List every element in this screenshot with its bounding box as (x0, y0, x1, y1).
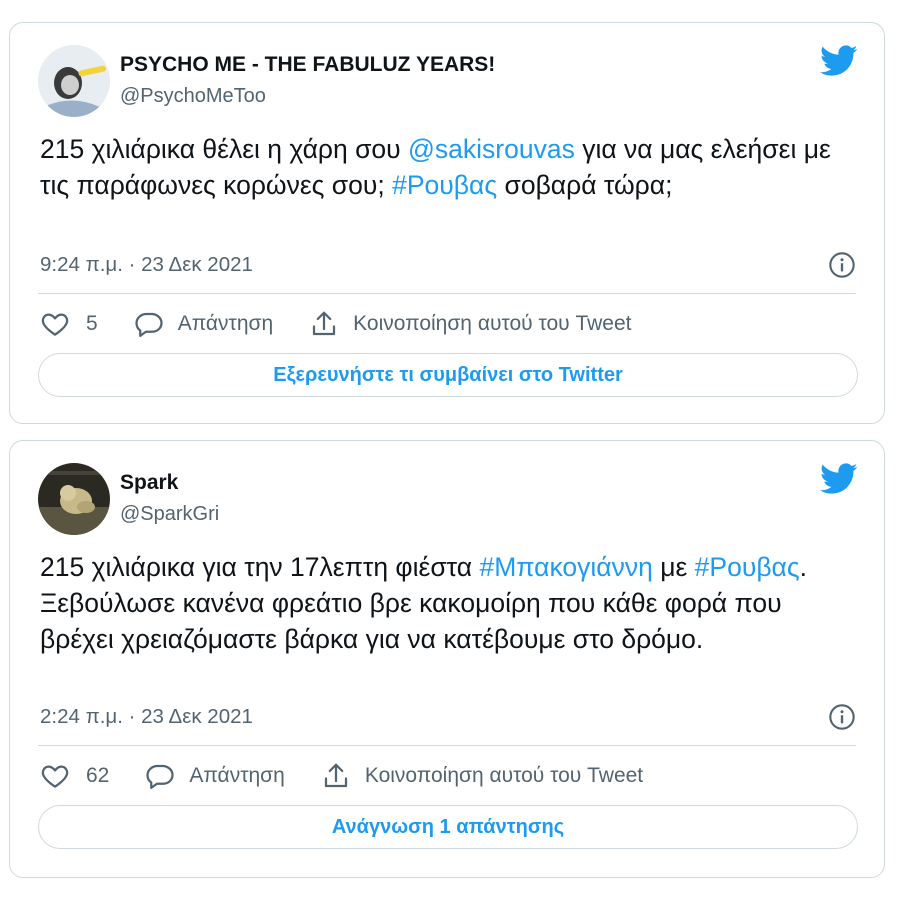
explore-twitter-button[interactable]: Εξερευνήστε τι συμβαίνει στο Twitter (38, 353, 858, 397)
tweet-timestamp[interactable]: 9:24 π.μ. · 23 Δεκ 2021 (40, 253, 253, 277)
avatar[interactable] (38, 45, 110, 117)
share-label: Κοινοποίηση αυτού του Tweet (364, 764, 644, 787)
tweet-text-span: 215 χιλιάρικα θέλει η χάρη σου (40, 134, 409, 164)
hashtag-link[interactable]: #Ρουβας (392, 170, 497, 200)
info-icon[interactable] (828, 251, 856, 279)
heart-icon (41, 313, 69, 336)
avatar[interactable] (38, 463, 110, 535)
like-button[interactable]: 5 (40, 309, 98, 339)
reply-icon (135, 312, 163, 337)
share-icon (313, 311, 336, 336)
author-handle[interactable]: @SparkGri (120, 503, 219, 526)
share-button[interactable]: Κοινοποίηση αυτού του Tweet (321, 761, 643, 791)
author-handle[interactable]: @PsychoMeToo (120, 85, 266, 108)
author-name[interactable]: PSYCHO ME - THE FABULUZ YEARS! (120, 53, 495, 77)
hashtag-link[interactable]: #Ρουβας (695, 552, 800, 582)
divider (38, 293, 856, 294)
share-label: Κοινοποίηση αυτού του Tweet (353, 312, 632, 335)
like-count: 5 (86, 312, 98, 335)
hashtag-link[interactable]: #Μπακογιάννη (479, 552, 652, 582)
twitter-bird-icon[interactable] (820, 45, 858, 77)
reply-label: Απάντηση (177, 312, 274, 335)
tweet-text: 215 χιλιάρικα θέλει η χάρη σου @sakisrou… (40, 131, 856, 203)
tweet-text-span: με (652, 552, 695, 582)
like-count: 62 (86, 764, 110, 787)
twitter-bird-icon[interactable] (820, 463, 858, 495)
like-button[interactable]: 62 (40, 761, 109, 791)
share-button[interactable]: Κοινοποίηση αυτού του Tweet (309, 309, 631, 339)
reply-button[interactable]: Απάντηση (145, 761, 285, 791)
mention-link[interactable]: @sakisrouvas (408, 134, 575, 164)
tweet-card: PSYCHO ME - THE FABULUZ YEARS! @PsychoMe… (9, 22, 885, 424)
reply-icon (146, 764, 174, 789)
tweet-card: Spark @SparkGri 215 χιλιάρικα για την 17… (9, 440, 885, 878)
tweet-timestamp[interactable]: 2:24 π.μ. · 23 Δεκ 2021 (40, 705, 253, 729)
info-icon[interactable] (828, 703, 856, 731)
read-replies-button[interactable]: Ανάγνωση 1 απάντησης (38, 805, 858, 849)
reply-button[interactable]: Απάντηση (134, 309, 273, 339)
reply-label: Απάντηση (189, 764, 285, 787)
heart-icon (41, 765, 69, 788)
avatar-image (38, 45, 110, 117)
tweet-text: 215 χιλιάρικα για την 17λεπτη φιέστα #Μπ… (40, 549, 856, 657)
share-icon (324, 763, 347, 788)
author-name[interactable]: Spark (120, 471, 178, 495)
tweet-text-span: σοβαρά τώρα; (497, 170, 673, 200)
tweet-text-span: 215 χιλιάρικα για την 17λεπτη φιέστα (40, 552, 480, 582)
avatar-image (38, 463, 110, 535)
action-bar: 62 Απάντηση Κοινοποίηση αυτού του Tweet (40, 761, 856, 791)
divider (38, 745, 856, 746)
action-bar: 5 Απάντηση Κοινοποίηση αυτού του Tweet (40, 309, 856, 339)
